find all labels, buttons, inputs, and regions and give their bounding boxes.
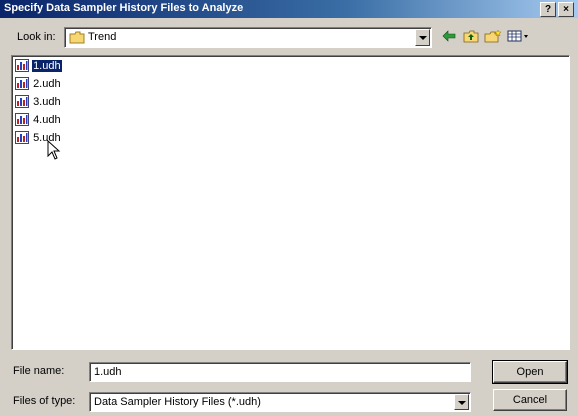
file-item-1[interactable]: 1.udh xyxy=(15,58,63,75)
open-button[interactable]: Open xyxy=(492,360,568,384)
file-name: 4.udh xyxy=(33,113,61,126)
file-type-value: Data Sampler History Files (*.udh) xyxy=(94,396,261,408)
file-type-combo[interactable]: Data Sampler History Files (*.udh) xyxy=(89,392,471,412)
title-bar: Specify Data Sampler History Files to An… xyxy=(0,0,578,18)
file-type-label: Files of type: xyxy=(13,395,76,407)
udh-file-icon xyxy=(15,113,29,126)
file-name: 2.udh xyxy=(33,77,61,90)
help-button[interactable]: ? xyxy=(540,2,556,17)
udh-file-icon xyxy=(15,59,29,72)
file-name-label: File name: xyxy=(13,365,65,377)
look-in-dropdown-arrow[interactable] xyxy=(415,29,430,46)
udh-file-icon xyxy=(15,77,29,90)
back-arrow-icon[interactable] xyxy=(438,27,460,45)
view-menu-icon[interactable] xyxy=(506,27,534,45)
look-in-label: Look in: xyxy=(17,31,56,43)
cancel-button[interactable]: Cancel xyxy=(493,389,567,411)
file-name-field[interactable]: 1.udh xyxy=(89,362,471,382)
file-item-4[interactable]: 4.udh xyxy=(15,113,62,129)
file-name: 1.udh xyxy=(31,58,63,73)
close-button[interactable]: × xyxy=(558,2,574,17)
file-item-3[interactable]: 3.udh xyxy=(15,95,62,111)
look-in-value: Trend xyxy=(88,31,117,43)
mouse-cursor-icon xyxy=(47,140,61,160)
udh-file-icon xyxy=(15,95,29,108)
file-type-dropdown-arrow[interactable] xyxy=(454,394,469,410)
file-name-value: 1.udh xyxy=(94,366,122,378)
window-title: Specify Data Sampler History Files to An… xyxy=(4,2,244,14)
new-folder-icon[interactable] xyxy=(482,27,504,45)
up-folder-icon[interactable] xyxy=(460,27,482,45)
folder-icon xyxy=(69,31,85,44)
udh-file-icon xyxy=(15,131,29,144)
file-item-2[interactable]: 2.udh xyxy=(15,77,62,93)
file-name: 3.udh xyxy=(33,95,61,108)
file-list[interactable]: 1.udh 2.udh 3.udh 4.udh 5.udh xyxy=(11,55,570,350)
look-in-combo[interactable]: Trend xyxy=(64,27,432,48)
